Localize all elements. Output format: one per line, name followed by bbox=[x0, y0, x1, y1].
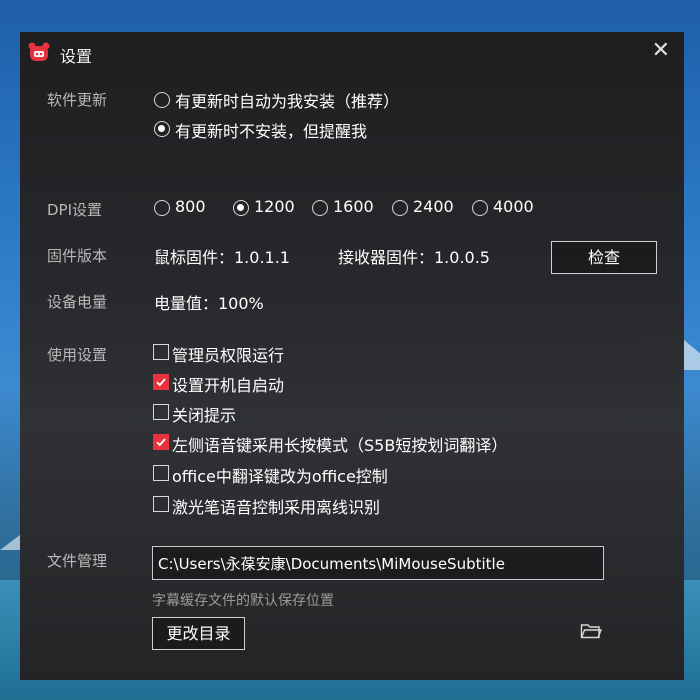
change-directory-button[interactable]: 更改目录 bbox=[152, 617, 245, 650]
subtitle-path-field[interactable]: C:\Users\永葆安康\Documents\MiMouseSubtitle bbox=[152, 546, 604, 580]
update-remind-radio[interactable] bbox=[154, 121, 170, 137]
battery-value: 电量值：100% bbox=[154, 294, 264, 313]
dpi-800-radio[interactable] bbox=[154, 200, 170, 216]
firmware-label: 固件版本 bbox=[47, 247, 108, 265]
dpi-1200-label[interactable]: 1200 bbox=[254, 197, 295, 216]
mouse-firmware-text: 鼠标固件：1.0.1.1 bbox=[154, 248, 290, 267]
voice-longpress-checkbox[interactable] bbox=[153, 434, 169, 450]
folder-icon[interactable] bbox=[580, 622, 602, 640]
battery-label: 设备电量 bbox=[47, 293, 108, 311]
window-title: 设置 bbox=[60, 47, 93, 66]
dpi-800-label[interactable]: 800 bbox=[175, 197, 206, 216]
dpi-4000-label[interactable]: 4000 bbox=[493, 197, 534, 216]
update-label: 软件更新 bbox=[47, 91, 108, 109]
dpi-1600-label[interactable]: 1600 bbox=[333, 197, 374, 216]
receiver-firmware-text: 接收器固件：1.0.0.5 bbox=[338, 248, 490, 267]
dpi-2400-label[interactable]: 2400 bbox=[413, 197, 454, 216]
offline-recognition-checkbox[interactable] bbox=[153, 496, 169, 512]
update-auto-radio[interactable] bbox=[154, 92, 170, 108]
update-auto-label[interactable]: 有更新时自动为我安装（推荐） bbox=[175, 88, 399, 112]
files-label: 文件管理 bbox=[47, 552, 108, 570]
update-remind-label[interactable]: 有更新时不安装，但提醒我 bbox=[175, 118, 367, 142]
voice-longpress-label[interactable]: 左侧语音键采用长按模式（S5B短按划词翻译） bbox=[172, 432, 507, 456]
checkmark-icon bbox=[156, 378, 166, 387]
dpi-1200-radio[interactable] bbox=[233, 200, 249, 216]
offline-recognition-label[interactable]: 激光笔语音控制采用离线识别 bbox=[172, 494, 380, 518]
settings-dialog: 设置 ✕ 软件更新 有更新时自动为我安装（推荐） 有更新时不安装，但提醒我 DP… bbox=[20, 32, 684, 680]
usage-label: 使用设置 bbox=[47, 346, 108, 364]
admin-run-checkbox[interactable] bbox=[153, 344, 169, 360]
office-control-checkbox[interactable] bbox=[153, 465, 169, 481]
title-bar: 设置 ✕ bbox=[20, 32, 684, 74]
admin-run-label[interactable]: 管理员权限运行 bbox=[172, 342, 284, 366]
check-button[interactable]: 检查 bbox=[551, 241, 657, 274]
dpi-4000-radio[interactable] bbox=[472, 200, 488, 216]
close-tips-checkbox[interactable] bbox=[153, 404, 169, 420]
close-tips-label[interactable]: 关闭提示 bbox=[172, 402, 236, 426]
dpi-1600-radio[interactable] bbox=[312, 200, 328, 216]
autostart-checkbox[interactable] bbox=[153, 374, 169, 390]
checkmark-icon bbox=[156, 438, 166, 447]
app-logo-icon bbox=[28, 42, 50, 61]
dpi-label: DPI设置 bbox=[47, 201, 103, 219]
close-icon[interactable]: ✕ bbox=[652, 40, 670, 62]
office-control-label[interactable]: office中翻译键改为office控制 bbox=[172, 463, 388, 487]
autostart-label[interactable]: 设置开机自启动 bbox=[172, 372, 284, 396]
dpi-2400-radio[interactable] bbox=[392, 200, 408, 216]
path-hint: 字幕缓存文件的默认保存位置 bbox=[152, 593, 334, 609]
